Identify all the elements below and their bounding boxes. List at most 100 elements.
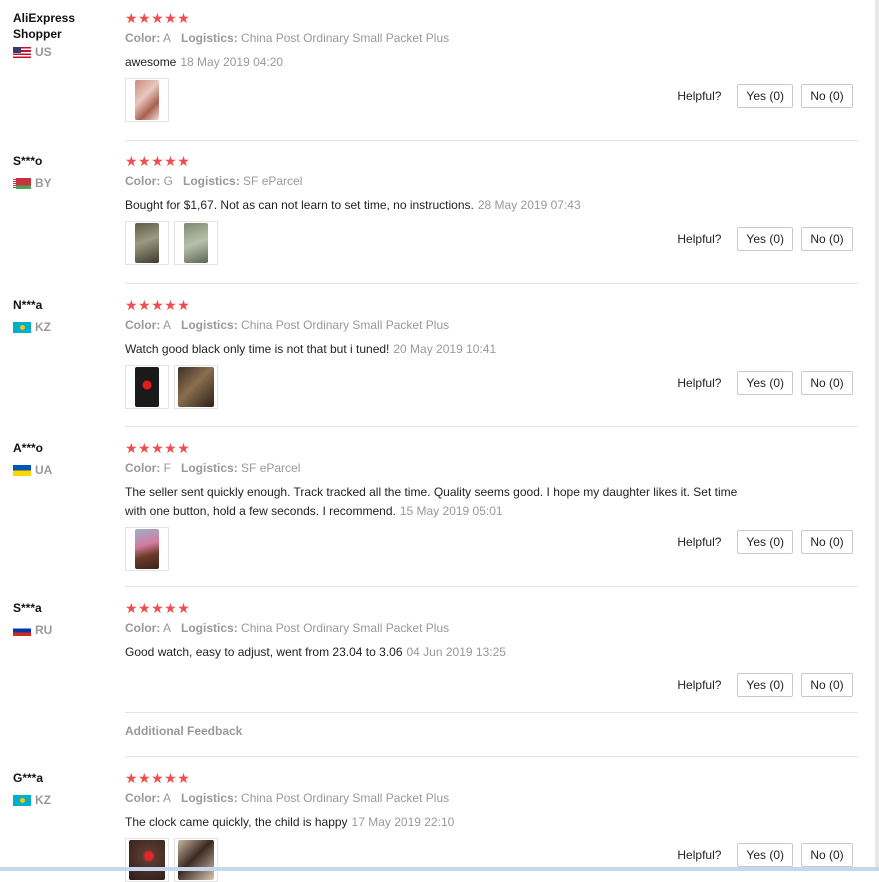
reviewer-name: G***a — [13, 771, 44, 785]
country-code: US — [35, 45, 52, 59]
reviewer-info: S***o BY — [13, 153, 108, 190]
country-code: BY — [35, 176, 52, 190]
helpful-yes-button[interactable]: Yes (0) — [737, 84, 793, 108]
review-photo-thumbnail[interactable] — [125, 365, 169, 409]
helpful-controls: Helpful? Yes (0) No (0) — [677, 227, 853, 251]
helpful-yes-button[interactable]: Yes (0) — [737, 530, 793, 554]
reviewer-info: AliExpress Shopper US — [13, 10, 108, 59]
helpful-controls: Helpful? Yes (0) No (0) — [677, 371, 853, 395]
review-content: The clock came quickly, the child is hap… — [125, 815, 348, 829]
logistics-value: China Post Ordinary Small Packet Plus — [241, 621, 450, 635]
review-content: Good watch, easy to adjust, went from 23… — [125, 645, 403, 659]
helpful-controls: Helpful? Yes (0) No (0) — [677, 530, 853, 554]
helpful-no-button[interactable]: No (0) — [801, 371, 853, 395]
helpful-label: Helpful? — [677, 376, 722, 390]
review-meta: Color: A Logistics: China Post Ordinary S… — [125, 31, 765, 46]
review-body: ★★★★★ Color: G Logistics: SF eParcel Boug… — [125, 153, 765, 265]
kz-flag-icon — [13, 321, 31, 333]
review-photos — [125, 527, 765, 571]
helpful-label: Helpful? — [677, 678, 722, 692]
review-meta: Color: A Logistics: China Post Ordinary S… — [125, 621, 765, 636]
review-text: The seller sent quickly enough. Track tr… — [125, 483, 750, 521]
helpful-yes-button[interactable]: Yes (0) — [737, 371, 793, 395]
review-meta: Color: A Logistics: China Post Ordinary S… — [125, 318, 765, 333]
logistics-value: China Post Ordinary Small Packet Plus — [241, 31, 450, 45]
country-code: UA — [35, 463, 53, 477]
helpful-label: Helpful? — [677, 89, 722, 103]
review-body: ★★★★★ Color: A Logistics: China Post Ordi… — [125, 10, 765, 122]
review-body: ★★★★★ Color: A Logistics: China Post Ordi… — [125, 770, 765, 882]
reviewer-name: N***a — [13, 298, 43, 312]
color-value: F — [163, 461, 172, 475]
reviewer-name: A***o — [13, 441, 44, 455]
helpful-no-button[interactable]: No (0) — [801, 843, 853, 867]
reviewer-name: AliExpress Shopper — [13, 11, 76, 41]
review-date: 04 Jun 2019 13:25 — [406, 645, 506, 659]
kz-flag-icon — [13, 794, 31, 806]
logistics-label: Logistics: — [181, 318, 238, 332]
additional-feedback-label: Additional Feedback — [125, 724, 243, 738]
helpful-label: Helpful? — [677, 535, 722, 549]
logistics-value: China Post Ordinary Small Packet Plus — [241, 318, 450, 332]
reviewer-country: RU — [13, 623, 108, 637]
review-content: awesome — [125, 55, 177, 69]
country-code: KZ — [35, 793, 51, 807]
helpful-label: Helpful? — [677, 848, 722, 862]
star-rating: ★★★★★ — [125, 770, 191, 786]
logistics-value: China Post Ordinary Small Packet Plus — [241, 791, 450, 805]
review-meta: Color: F Logistics: SF eParcel — [125, 461, 765, 476]
reviewer-country: KZ — [13, 793, 108, 807]
color-label: Color: — [125, 791, 161, 805]
color-value: A — [163, 791, 172, 805]
logistics-value: SF eParcel — [241, 461, 301, 475]
reviewer-name: S***o — [13, 154, 43, 168]
color-label: Color: — [125, 318, 161, 332]
helpful-yes-button[interactable]: Yes (0) — [737, 843, 793, 867]
color-value: G — [163, 174, 174, 188]
helpful-controls: Helpful? Yes (0) No (0) — [677, 843, 853, 867]
star-rating: ★★★★★ — [125, 600, 191, 616]
helpful-label: Helpful? — [677, 232, 722, 246]
review-divider — [125, 586, 858, 587]
review-date: 28 May 2019 07:43 — [477, 198, 581, 212]
review-photo-thumbnail[interactable] — [174, 838, 218, 882]
review-photo-thumbnail[interactable] — [125, 78, 169, 122]
star-rating: ★★★★★ — [125, 10, 191, 26]
review-meta: Color: A Logistics: China Post Ordinary S… — [125, 791, 765, 806]
logistics-label: Logistics: — [181, 461, 238, 475]
review-photo-thumbnail[interactable] — [174, 365, 218, 409]
reviewer-info: S***a RU — [13, 600, 108, 637]
star-rating: ★★★★★ — [125, 440, 191, 456]
helpful-controls: Helpful? Yes (0) No (0) — [677, 673, 853, 697]
reviewer-country: US — [13, 45, 108, 59]
helpful-yes-button[interactable]: Yes (0) — [737, 673, 793, 697]
scrollbar-track[interactable] — [875, 0, 879, 871]
review-photo-thumbnail[interactable] — [125, 221, 169, 265]
reviewer-info: G***a KZ — [13, 770, 108, 807]
logistics-label: Logistics: — [181, 621, 238, 635]
review-divider — [125, 756, 858, 757]
review-photos — [125, 365, 765, 409]
helpful-yes-button[interactable]: Yes (0) — [737, 227, 793, 251]
review-text: Watch good black only time is not that b… — [125, 340, 750, 359]
star-rating: ★★★★★ — [125, 297, 191, 313]
review-photos — [125, 838, 765, 882]
color-label: Color: — [125, 621, 161, 635]
review-photo-thumbnail[interactable] — [125, 838, 169, 882]
helpful-no-button[interactable]: No (0) — [801, 227, 853, 251]
color-label: Color: — [125, 174, 161, 188]
logistics-label: Logistics: — [181, 31, 238, 45]
review-divider — [125, 140, 858, 141]
ru-flag-icon — [13, 624, 31, 636]
color-label: Color: — [125, 31, 161, 45]
helpful-no-button[interactable]: No (0) — [801, 84, 853, 108]
review-photo-thumbnail[interactable] — [125, 527, 169, 571]
review-text: Good watch, easy to adjust, went from 23… — [125, 643, 750, 662]
review-text: awesome 18 May 2019 04:20 — [125, 53, 750, 72]
helpful-no-button[interactable]: No (0) — [801, 673, 853, 697]
review-divider — [125, 283, 858, 284]
review-photos — [125, 78, 765, 122]
reviewer-country: BY — [13, 176, 108, 190]
review-photo-thumbnail[interactable] — [174, 221, 218, 265]
helpful-no-button[interactable]: No (0) — [801, 530, 853, 554]
